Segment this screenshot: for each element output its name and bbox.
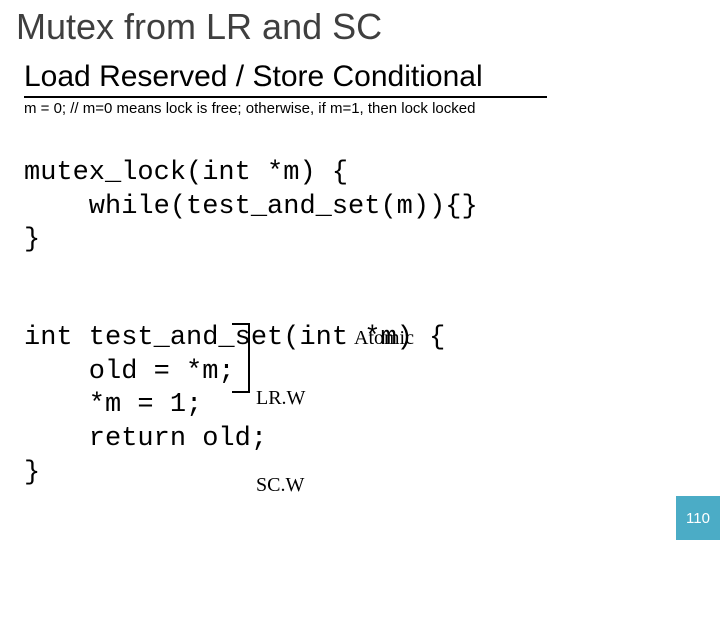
- slide-content: Mutex from LR and SC Load Reserved / Sto…: [0, 0, 720, 626]
- instruction-annotation: LR.W SC.W: [256, 326, 305, 558]
- code-line: mutex_lock(int *m) {: [24, 158, 348, 188]
- code-line: }: [24, 225, 40, 255]
- annotation-lrw: LR.W: [256, 384, 305, 413]
- code-line: return old;: [24, 424, 267, 454]
- code-comment: m = 0; // m=0 means lock is free; otherw…: [24, 100, 706, 117]
- slide-subtitle: Load Reserved / Store Conditional: [24, 60, 706, 94]
- code-block-test-and-set: int test_and_set(int *m) { old = *m; *m …: [24, 288, 706, 626]
- code-block-mutex-lock: mutex_lock(int *m) { while(test_and_set(…: [24, 123, 706, 258]
- code-line: old = *m;: [24, 357, 235, 387]
- atomic-annotation: Atomic: [354, 326, 414, 351]
- slide-title: Mutex from LR and SC: [16, 6, 706, 48]
- annotation-scw: SC.W: [256, 471, 305, 500]
- code-line: }: [24, 458, 40, 488]
- page-number-badge: 110: [676, 496, 720, 540]
- bracket-annotation: [232, 323, 250, 393]
- code-line: *m = 1;: [24, 390, 202, 420]
- code-line: while(test_and_set(m)){}: [24, 192, 478, 222]
- subtitle-underline: [24, 96, 547, 98]
